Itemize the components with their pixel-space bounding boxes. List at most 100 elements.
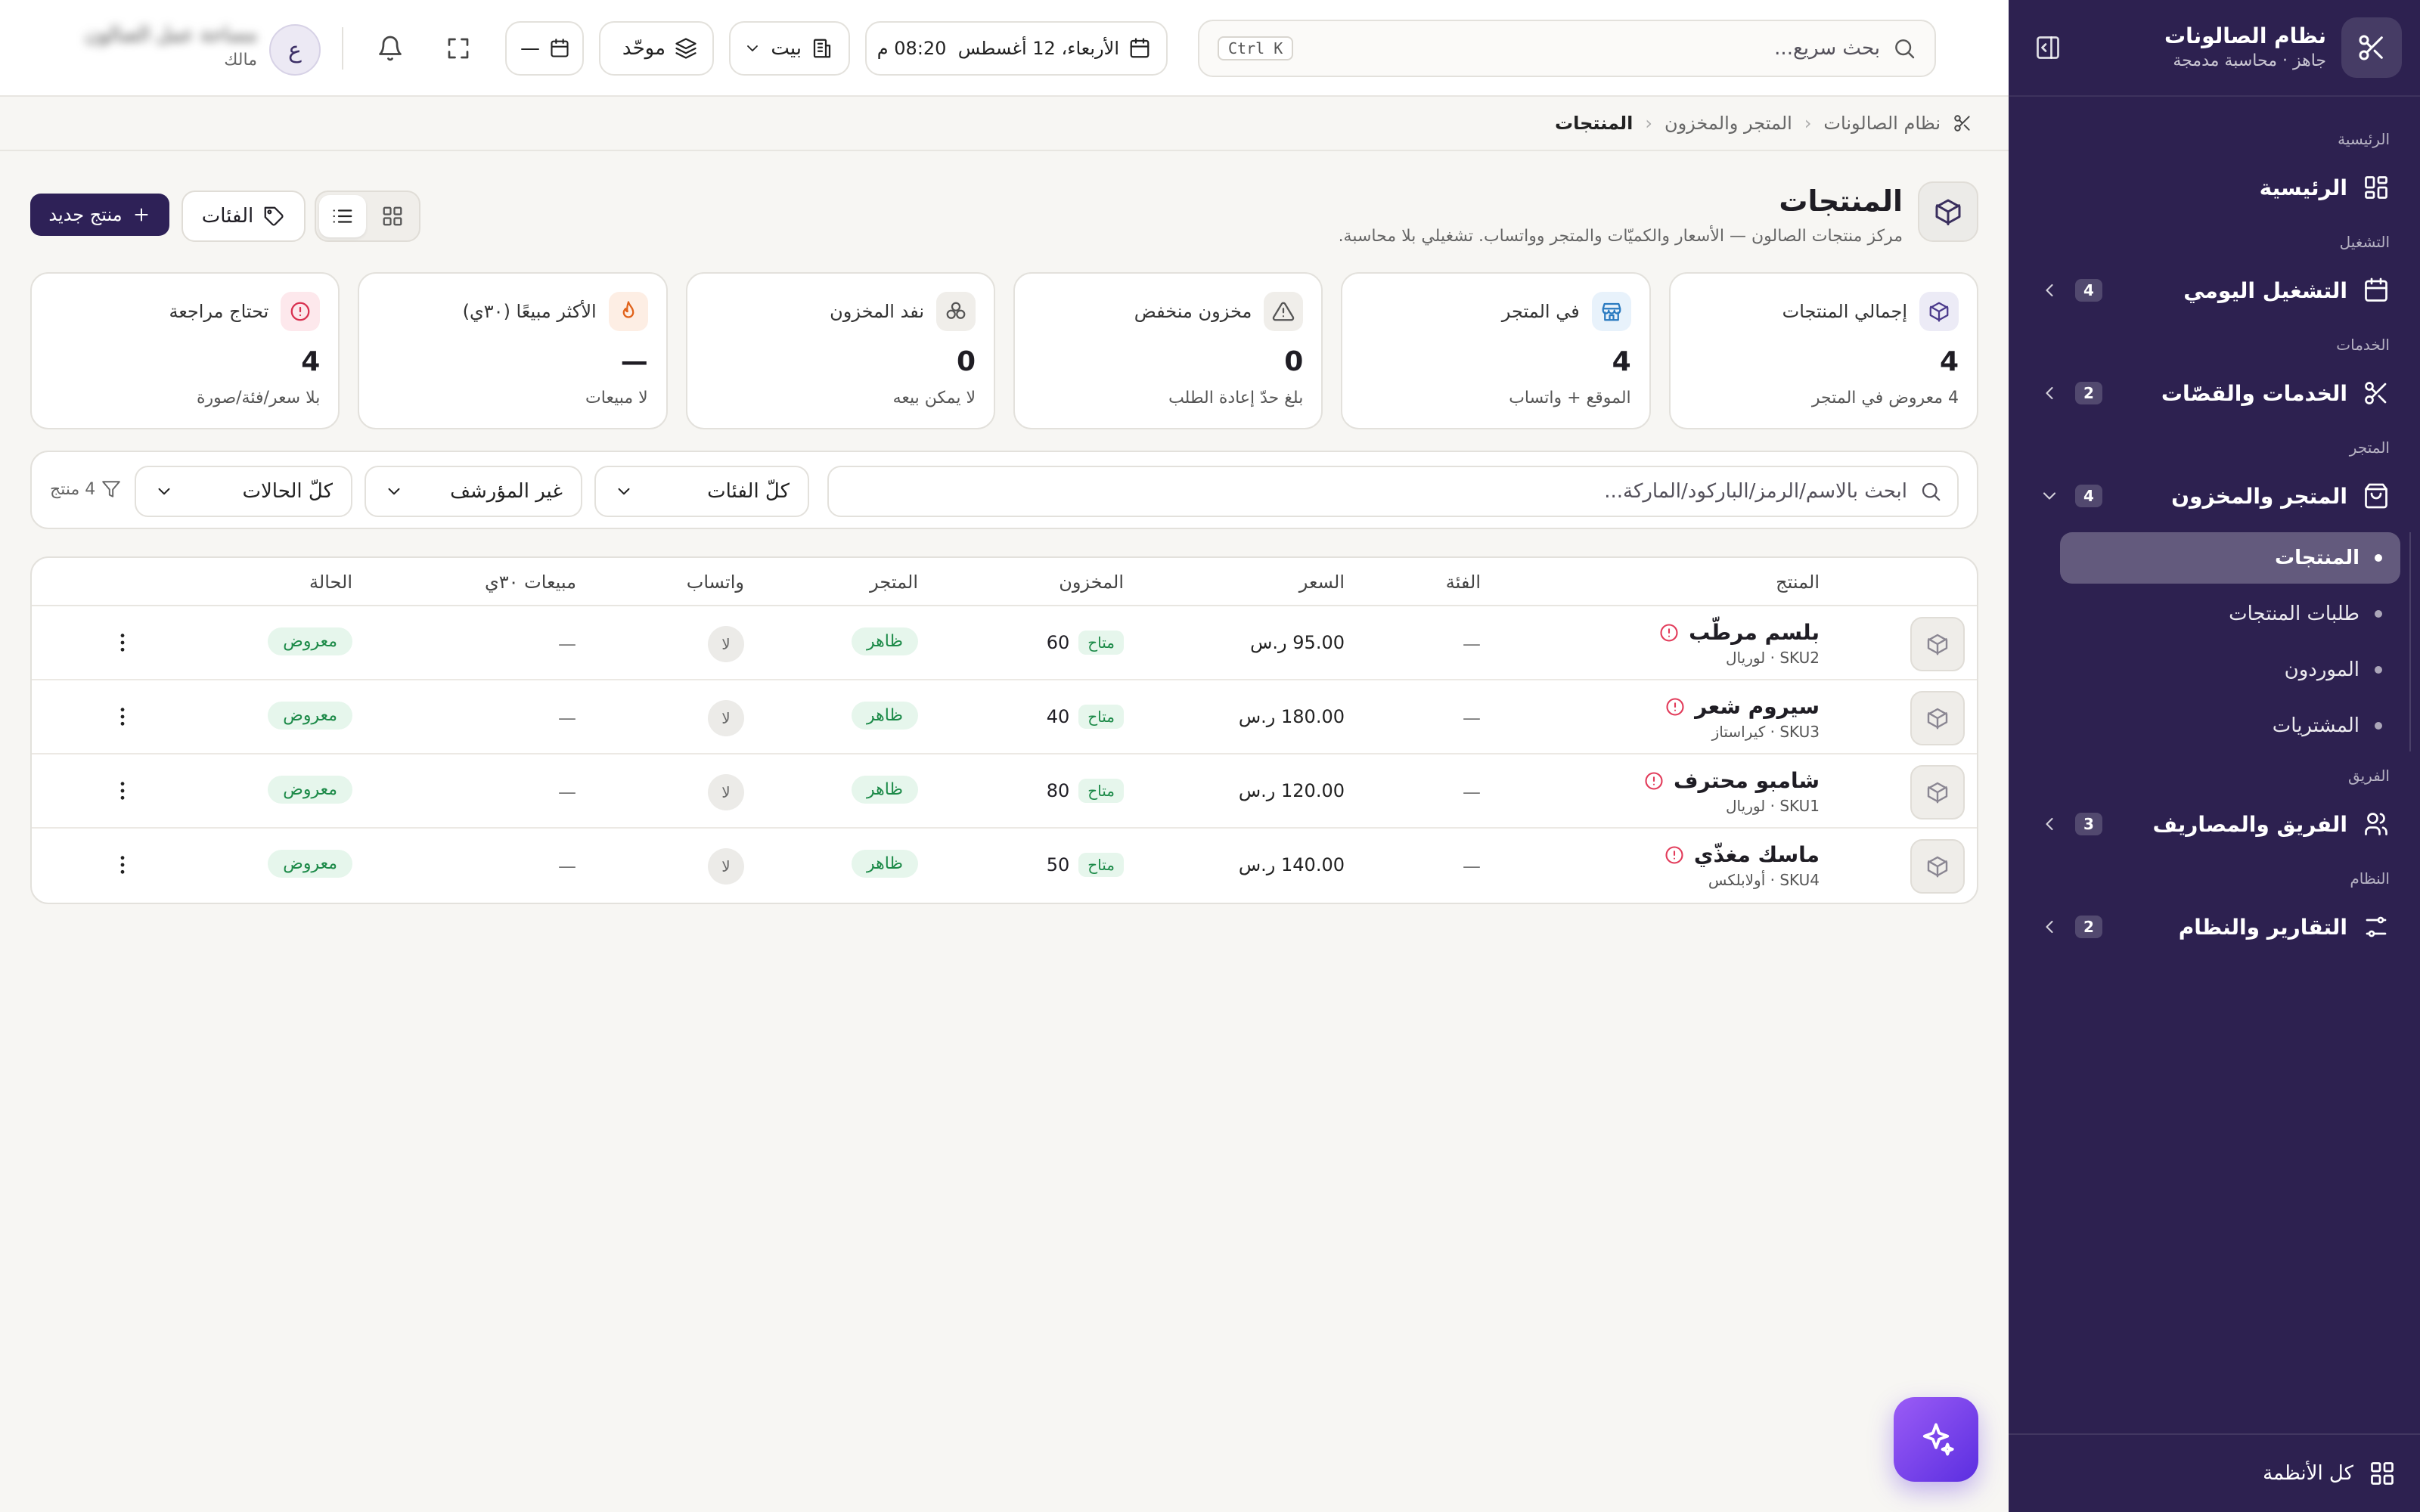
table-row[interactable]: ماسك مغذّي SKU4 · أولابلكس — 140.00 ر.س متاح… xyxy=(32,829,1977,903)
chevron-left-icon: ‹ xyxy=(1804,113,1812,134)
sidebar-item-reports[interactable]: التقارير والنظام 2 xyxy=(2039,897,2390,957)
collapse-sidebar-icon[interactable] xyxy=(2027,26,2069,69)
branch-select[interactable]: بيت xyxy=(729,21,850,76)
breadcrumb-item[interactable]: نظام الصالونات xyxy=(1823,113,1941,134)
stat-subtext: لا مبيعات xyxy=(585,389,648,407)
notifications-button[interactable] xyxy=(366,24,414,73)
calendar-icon xyxy=(549,38,570,59)
more-vertical-icon[interactable] xyxy=(110,705,135,729)
whatsapp-badge[interactable]: لا xyxy=(708,700,744,736)
product-search-input[interactable]: ابحث بالاسم/الرمز/الباركود/الماركة... xyxy=(827,466,1959,517)
product-category: — xyxy=(1463,856,1481,877)
store-visibility-badge[interactable]: ظاهر xyxy=(852,850,918,878)
more-vertical-icon[interactable] xyxy=(110,779,135,803)
calendar-picker[interactable]: — xyxy=(505,21,584,76)
product-name[interactable]: بلسم مرطّب xyxy=(1658,620,1820,645)
archive-filter[interactable]: غير المؤرشف xyxy=(365,466,582,517)
table-row[interactable]: سيروم شعر SKU3 · كيراستاز — 180.00 ر.س متاح 4… xyxy=(32,680,1977,754)
sidebar-subitem-products[interactable]: المنتجات xyxy=(2060,532,2400,584)
stat-label: الأكثر مبيعًا (٣٠ي) xyxy=(462,301,597,322)
product-name-text: سيروم شعر xyxy=(1695,694,1820,719)
new-product-button[interactable]: منتج جديد xyxy=(30,194,169,236)
whatsapp-badge[interactable]: لا xyxy=(708,774,744,810)
col-price[interactable]: السعر xyxy=(1299,572,1345,593)
all-systems-link[interactable]: كل الأنظمة xyxy=(2009,1433,2420,1512)
col-category[interactable]: الفئة xyxy=(1446,572,1481,593)
store-visibility-badge[interactable]: ظاهر xyxy=(852,702,918,730)
grid-view-button[interactable] xyxy=(369,195,416,237)
status-badge: معروض xyxy=(268,627,352,655)
col-product[interactable]: المنتج xyxy=(1776,572,1820,593)
table-body: بلسم مرطّب SKU2 · لوريال — 95.00 ر.س متاح 60 ظ… xyxy=(32,606,1977,903)
grid-icon xyxy=(2363,174,2390,201)
box-icon xyxy=(1919,292,1959,331)
product-thumbnail xyxy=(1910,617,1965,671)
stat-label: إجمالي المنتجات xyxy=(1782,301,1907,322)
sidebar-item-daily[interactable]: التشغيل اليومي 4 xyxy=(2039,260,2390,321)
product-name[interactable]: ماسك مغذّي xyxy=(1664,842,1820,867)
sidebar-subitem-purchases[interactable]: المشتريات xyxy=(2060,700,2400,751)
stat-value: 4 xyxy=(301,346,321,377)
product-name[interactable]: شامبو محترف xyxy=(1643,768,1820,793)
sidebar-item-services[interactable]: الخدمات والقصّات 2 xyxy=(2039,363,2390,423)
product-price: 180.00 ر.س xyxy=(1238,706,1345,727)
stock-badge: متاح xyxy=(1078,853,1124,877)
whatsapp-badge[interactable]: لا xyxy=(708,626,744,662)
table-row[interactable]: شامبو محترف SKU1 · لوريال — 120.00 ر.س متاح 8… xyxy=(32,754,1977,829)
page-title: المنتجات xyxy=(1779,184,1903,218)
user-info[interactable]: مساحة عمل الصالون مالك xyxy=(45,21,257,73)
ai-assistant-button[interactable] xyxy=(1894,1397,1978,1482)
col-store[interactable]: المتجر xyxy=(870,572,918,593)
subitem-label: المشتريات xyxy=(2272,714,2360,737)
view-mode-select[interactable]: موحّد xyxy=(599,21,714,76)
calendar-icon xyxy=(2363,277,2390,304)
datetime-text: الأربعاء، 12 أغسطس 08:20 م xyxy=(876,38,1119,59)
chevron-down-icon xyxy=(154,482,174,501)
sidebar-item-label: التقارير والنظام xyxy=(2178,914,2347,940)
product-stock: متاح 50 xyxy=(1047,853,1124,877)
quick-search[interactable]: بحث سريع... Ctrl K xyxy=(1198,20,1936,77)
new-product-label: منتج جديد xyxy=(48,204,123,225)
chevron-down-icon xyxy=(614,482,634,501)
col-sales[interactable]: مبيعات ٣٠ي xyxy=(485,572,576,593)
avatar[interactable]: ع xyxy=(269,24,321,76)
store-visibility-badge[interactable]: ظاهر xyxy=(852,776,918,804)
list-view-button[interactable] xyxy=(319,195,366,237)
stat-label: في المتجر xyxy=(1501,301,1580,322)
product-sku: SKU1 · لوريال xyxy=(1726,797,1820,815)
col-status[interactable]: الحالة xyxy=(309,572,352,593)
search-placeholder: بحث سريع... xyxy=(1774,37,1880,60)
grid-icon xyxy=(381,205,404,228)
category-filter-value: كلّ الفئات xyxy=(707,480,790,503)
more-vertical-icon[interactable] xyxy=(110,631,135,655)
stat-subtext: لا يمكن بيعه xyxy=(892,389,976,407)
page-header: المنتجات مركز منتجات الصالون — الأسعار و… xyxy=(0,151,2009,269)
sidebar-item-team[interactable]: الفريق والمصاريف 3 xyxy=(2039,794,2390,854)
subitem-label: طلبات المنتجات xyxy=(2229,603,2360,625)
store-visibility-badge[interactable]: ظاهر xyxy=(852,627,918,655)
fullscreen-button[interactable] xyxy=(434,24,482,73)
status-filter[interactable]: كلّ الحالات xyxy=(135,466,352,517)
sidebar-item-label: التشغيل اليومي xyxy=(2183,277,2347,303)
product-name[interactable]: سيروم شعر xyxy=(1665,694,1820,719)
col-whatsapp[interactable]: واتساب xyxy=(687,572,744,593)
count-badge: 4 xyxy=(2075,279,2102,302)
more-vertical-icon[interactable] xyxy=(110,853,135,877)
sidebar-subitem-suppliers[interactable]: الموردون xyxy=(2060,644,2400,696)
breadcrumb-item[interactable]: المتجر والمخزون xyxy=(1665,113,1792,134)
table-row[interactable]: بلسم مرطّب SKU2 · لوريال — 95.00 ر.س متاح 60 ظ… xyxy=(32,606,1977,680)
sidebar-item-home[interactable]: الرئيسية xyxy=(2039,157,2390,218)
page-subtitle: مركز منتجات الصالون — الأسعار والكميّات … xyxy=(1338,227,1903,246)
col-stock[interactable]: المخزون xyxy=(1059,572,1124,593)
whatsapp-badge[interactable]: لا xyxy=(708,848,744,885)
chevron-left-icon xyxy=(2039,916,2060,937)
stat-subtext: الموقع + واتساب xyxy=(1509,389,1631,407)
stat-subtext: بلا سعر/فئة/صورة xyxy=(196,389,321,407)
status-badge: معروض xyxy=(268,776,352,804)
sidebar-subitem-product-orders[interactable]: طلبات المنتجات xyxy=(2060,588,2400,640)
datetime-pill[interactable]: الأربعاء، 12 أغسطس 08:20 م xyxy=(865,21,1168,76)
sparkles-icon xyxy=(1916,1420,1956,1459)
categories-button[interactable]: الفئات xyxy=(182,191,306,242)
sidebar-item-store[interactable]: المتجر والمخزون 4 xyxy=(2039,466,2390,526)
category-filter[interactable]: كلّ الفئات xyxy=(594,466,809,517)
